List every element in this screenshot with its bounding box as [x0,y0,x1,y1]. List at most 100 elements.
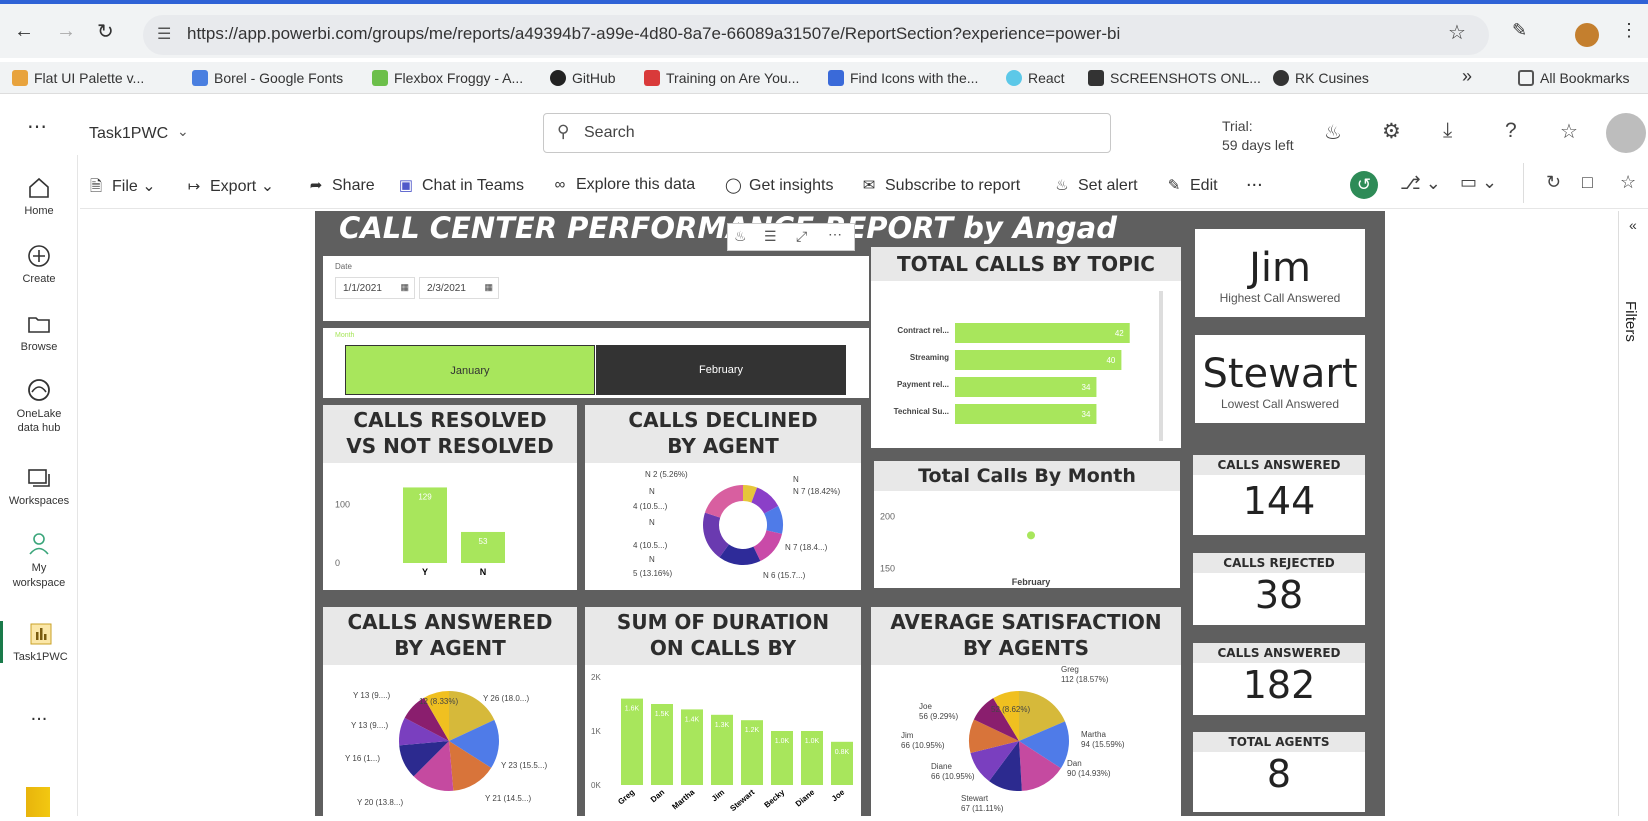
share-button[interactable]: ➦ Share [308,176,375,195]
nav-create[interactable]: Create [0,243,78,285]
nav-browse[interactable]: Browse [0,311,78,353]
all-bookmarks[interactable]: All Bookmarks [1518,70,1629,86]
month-chart[interactable]: 150 200 February [874,491,1180,588]
nav-label: Task1PWC [13,651,68,663]
more-bookmarks-icon[interactable]: » [1462,66,1472,87]
account-avatar[interactable] [1606,113,1646,153]
y-tick-label: 0K [591,781,601,790]
reload-icon[interactable]: ↻ [97,19,114,44]
download-icon[interactable]: ⤓ [1443,119,1452,143]
bookmark-item[interactable]: React [1006,70,1065,86]
filters-pane[interactable]: « Filters [1618,211,1648,816]
date-from-input[interactable]: 1/1/2021 ▦ [335,277,415,299]
settings-icon[interactable]: ⚙ [1382,119,1401,144]
y-tick-label: 2K [591,673,601,682]
nav-my-workspace[interactable]: My workspace [0,531,78,591]
more-options-button[interactable]: ... [1246,169,1263,192]
nav-onelake[interactable]: OneLake data hub [0,377,78,435]
declined-chart-title: CALLS DECLINED BY AGENT [585,405,861,463]
bookmark-item[interactable]: Find Icons with the... [828,70,978,86]
resolved-chart[interactable]: 0 100 129 Y 53 N [323,463,577,590]
share-feedback-icon[interactable]: ☆ [1560,119,1578,144]
chat-in-teams-button[interactable]: ▣ Chat in Teams [398,176,524,195]
extensions-icon[interactable]: ✎ [1512,20,1527,41]
focus-mode-icon[interactable]: ⤢ [796,228,807,245]
browser-menu-icon[interactable]: ⋮ [1620,20,1638,41]
y-tick-label: 1K [591,727,601,736]
declined-chart[interactable]: N 2 (5.26%) N 4 (10.5...) N 4 (10.5...) N 5 (1… [585,463,861,590]
kpi-label: CALLS ANSWERED [1193,643,1365,663]
set-alert-button[interactable]: ♨ Set alert [1054,176,1137,195]
kpi-value: 8 [1266,752,1292,796]
app-launcher-icon[interactable]: ⋯ [27,114,47,139]
y-tick-label: Payment rel... [897,380,949,389]
data-label: 40 [1106,356,1115,365]
subscribe-button[interactable]: ✉ Subscribe to report [861,176,1020,195]
back-icon[interactable]: ← [14,20,34,43]
get-insights-button[interactable]: ◯ Get insights [725,176,833,195]
comment-icon[interactable]: □ [1582,172,1593,193]
highest-label: Highest Call Answered [1219,291,1341,305]
file-menu[interactable]: 🗎 File ⌄ [88,176,156,201]
profile-avatar[interactable] [1575,23,1599,47]
more-options-icon[interactable]: ⋯ [828,226,842,243]
bookmark-item[interactable]: SCREENSHOTS ONL... [1088,70,1261,86]
export-label: Export [210,178,257,195]
bookmark-item[interactable]: Flexbox Froggy - A... [372,70,523,86]
edit-button[interactable]: ✎ Edit [1166,176,1218,195]
month-button-january[interactable]: January [345,345,595,395]
answered-agent-pie-chart: Y 13 (9....) Y 26 (18.0...) Y 13 (9....) Y … [345,691,547,807]
bookmark-icon[interactable]: ⎇ ⌄ [1400,173,1441,194]
file-label: File [112,178,138,195]
chevron-down-icon[interactable]: ⌄ [177,123,189,140]
month-button-february[interactable]: February [596,345,846,395]
help-icon[interactable]: ? [1505,119,1517,143]
bookmark-star-icon[interactable]: ☆ [1448,20,1466,45]
reset-icon[interactable]: ↺ [1350,171,1378,199]
refresh-icon[interactable]: ↻ [1546,172,1561,193]
forward-icon[interactable]: → [56,20,76,43]
bookmark-item[interactable]: Training on Are You... [644,70,799,86]
explore-data-button[interactable]: ∞ Explore this data [552,176,696,194]
bookmark-item[interactable]: Borel - Google Fonts [192,70,343,86]
duration-chart[interactable]: 0K 1K 2K 1.6K Greg 1.5K Dan 1.4K Martha 1.3K Jim 1.… [585,665,861,816]
report-name[interactable]: Task1PWC [89,125,168,143]
date-slicer[interactable]: Date 1/1/2021 ▦ 2/3/2021 ▦ [323,256,869,321]
pin-icon[interactable]: ♨ [734,228,747,245]
address-bar[interactable]: ☰ https://app.powerbi.com/groups/me/repo… [143,15,1489,55]
nav-label: Workspaces [8,495,70,507]
bookmark-item[interactable]: RK Cusines [1273,70,1369,86]
data-label: 52 (8.62%) [991,705,1030,714]
data-label: Y 20 (13.8...) [357,798,403,807]
topic-chart[interactable]: Contract rel... 42 Streaming 40 Payment rel.… [871,281,1181,448]
bar [955,323,1130,343]
filter-icon[interactable]: ☰ [764,228,777,245]
nav-more[interactable]: ... [0,703,78,726]
satisfaction-chart[interactable]: Greg 112 (18.57%) Martha 94 (15.59%) Dan 90 (… [871,665,1181,816]
bookmark-label: Flexbox Froggy - A... [394,70,524,86]
url-text: https://app.powerbi.com/groups/me/report… [187,24,1121,43]
bookmark-item[interactable]: Flat UI Palette v... [12,70,144,86]
bookmarks-bar: Flat UI Palette v... Borel - Google Font… [0,62,1648,94]
date-to-input[interactable]: 2/3/2021 ▦ [419,277,499,299]
nav-task1pwc[interactable]: Task1PWC [0,621,78,663]
answered-agent-chart[interactable]: Y 13 (9....) Y 26 (18.0...) Y 13 (9....) Y … [323,665,577,816]
bar [955,350,1122,370]
favorite-icon[interactable]: ☆ [1620,172,1636,193]
nav-workspaces[interactable]: Workspaces [0,465,78,507]
site-info-icon[interactable]: ☰ [157,24,171,44]
kpi-value: 144 [1242,479,1316,523]
bookmark-label: React [1028,70,1065,86]
bookmark-label: SCREENSHOTS ONL... [1110,70,1261,86]
bar [955,377,1097,397]
search-input[interactable]: ⚲ Search [543,113,1111,153]
x-tick-label: Becky [762,787,786,809]
nav-home[interactable]: Home [0,175,78,217]
notifications-icon[interactable]: ♨ [1324,120,1342,145]
expand-icon[interactable]: « [1629,217,1637,233]
bookmark-item[interactable]: GitHub [550,70,616,86]
highest-call-card: Jim Highest Call Answered [1195,229,1365,317]
export-menu[interactable]: ↦ Export ⌄ [186,176,274,196]
view-icon[interactable]: ▭ ⌄ [1460,172,1497,193]
answered-agent-chart-title: CALLS ANSWERED BY AGENT [323,607,577,665]
